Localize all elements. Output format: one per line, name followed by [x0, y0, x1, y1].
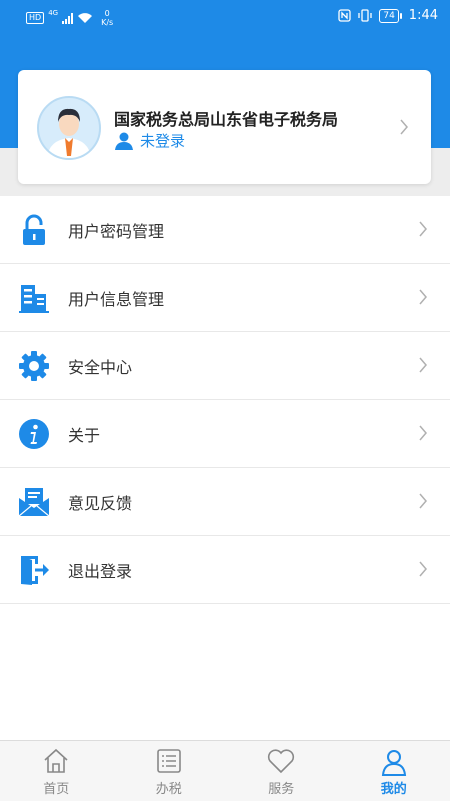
menu-item-label: 用户信息管理	[68, 286, 164, 310]
nav-tab-tax[interactable]: 办税	[113, 741, 226, 801]
person-icon	[380, 748, 408, 776]
nav-label: 我的	[338, 778, 450, 797]
menu-item-user-info[interactable]: 用户信息管理	[0, 264, 450, 332]
gear-icon	[18, 350, 50, 382]
building-icon	[18, 282, 50, 314]
home-icon	[42, 748, 70, 774]
network-type-badge: 4G	[48, 9, 58, 17]
organization-name: 国家税务总局山东省电子税务局	[114, 106, 338, 130]
login-status: 未登录	[140, 130, 185, 151]
bottom-nav: 首页 办税 服务 我的	[0, 740, 450, 801]
avatar-person-icon	[39, 98, 99, 158]
menu-item-feedback[interactable]: 意见反馈	[0, 468, 450, 536]
wifi-icon	[77, 12, 93, 24]
nav-tab-service[interactable]: 服务	[225, 741, 338, 801]
nav-label: 首页	[0, 778, 113, 797]
battery-indicator: 74	[379, 9, 398, 23]
chevron-right-icon	[418, 560, 428, 578]
network-speed-value: 0	[105, 9, 110, 18]
exit-icon	[18, 554, 50, 586]
user-icon	[114, 131, 134, 151]
info-icon	[18, 418, 50, 450]
vibrate-icon	[357, 9, 373, 22]
nav-label: 服务	[225, 778, 338, 797]
menu-item-label: 意见反馈	[68, 490, 132, 514]
login-status-row[interactable]: 未登录	[114, 130, 185, 151]
chevron-right-icon	[418, 220, 428, 238]
chevron-right-icon	[418, 356, 428, 374]
menu-item-security[interactable]: 安全中心	[0, 332, 450, 400]
signal-icon	[62, 12, 73, 24]
mail-feedback-icon	[18, 486, 50, 518]
clock: 1:44	[409, 8, 438, 23]
nfc-icon	[338, 9, 351, 22]
chevron-right-icon	[399, 118, 409, 136]
menu-item-about[interactable]: 关于	[0, 400, 450, 468]
chevron-right-icon	[418, 492, 428, 510]
chevron-right-icon	[418, 424, 428, 442]
network-speed-unit: K/s	[101, 18, 113, 27]
avatar[interactable]	[37, 96, 101, 160]
chevron-right-icon	[418, 288, 428, 306]
nav-label: 办税	[113, 778, 226, 797]
network-speed: 0 K/s	[101, 9, 113, 27]
profile-card[interactable]: 国家税务总局山东省电子税务局 未登录	[18, 70, 431, 184]
nav-tab-mine[interactable]: 我的	[338, 741, 450, 801]
menu-item-label: 退出登录	[68, 558, 132, 582]
menu-item-label: 用户密码管理	[68, 218, 164, 242]
status-bar: HD 4G 0 K/s 74 1:44	[0, 0, 450, 34]
nav-tab-home[interactable]: 首页	[0, 741, 113, 801]
list-icon	[156, 748, 182, 774]
lock-icon	[18, 214, 50, 246]
menu-item-logout[interactable]: 退出登录	[0, 536, 450, 604]
menu-item-password[interactable]: 用户密码管理	[0, 196, 450, 264]
hd-badge: HD	[26, 12, 44, 24]
heart-icon	[267, 748, 295, 774]
menu-item-label: 关于	[68, 422, 100, 446]
settings-menu: 用户密码管理 用户信息管理	[0, 196, 450, 604]
menu-item-label: 安全中心	[68, 354, 132, 378]
